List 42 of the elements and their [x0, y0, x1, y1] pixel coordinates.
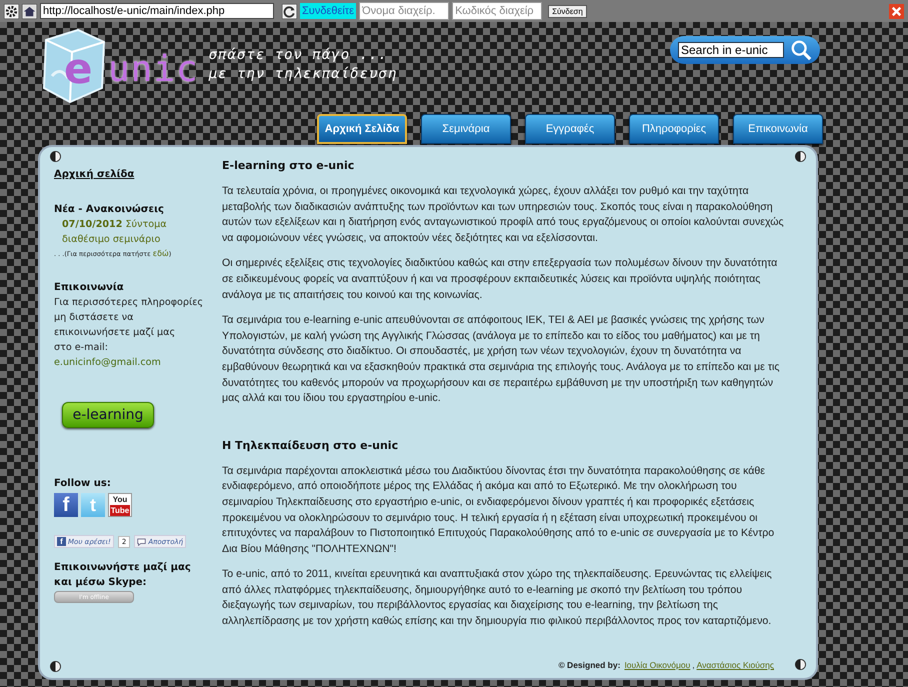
section-heading: Η Τηλεκπαίδευση στο e-unic: [222, 438, 400, 452]
connect-label: Συνδεθείτε: [300, 3, 356, 19]
refresh-icon[interactable]: [282, 4, 297, 18]
paragraph: Τα σεμινάρια του e-learning e-unic απευθύνονται σε απόφοιτους ΙΕΚ, ΤΕΙ & ΑΕΙ με βασικές γνώσεις της χρήσης των Υπολογιστών, με καλή γνώση της Αγγλικής Γλώσσας (ανάλογα με το επίπεδο και το είδος του μαθήματος) και με τη δυνατότητα σύνδεσης στο διαδίκτυο. Οι σπουδαστές, με χρήση των νέων τεχνολογιών, έχουν τη δυνατότητα να εμβαθύνουν θεωρητικά και να εξασκηθούν πρακτικά στα σεμινάρια της επιλογής τους. Ανάλογα με το επίπεδο και με τις δυνατότητες του καθενός μπορούν να προχωρήσουν και σε περαιτέρω εμβάθυνση με την υποστήριξη των καθηγητών μας αλλά και του ίδιου του εργαστηρίου e-unic.: [222, 313, 780, 406]
home-link[interactable]: Αρχική σελίδα: [54, 169, 134, 180]
news-title: Νέα - Ανακοινώσεις: [54, 203, 165, 217]
nav-tab[interactable]: Αρχική Σελίδα: [317, 114, 407, 144]
nav-tab[interactable]: Πληροφορίες: [629, 114, 719, 144]
url-field[interactable]: http://localhost/e-unic/main/index.php: [40, 3, 274, 19]
email-link[interactable]: e.unicinfo@gmail.com: [54, 355, 161, 370]
nav-tab[interactable]: Επικοινωνία: [733, 114, 823, 144]
separator: ,: [692, 660, 695, 670]
login-button[interactable]: Σύνδεση: [548, 4, 587, 18]
settings-icon[interactable]: [4, 4, 19, 18]
section-heading: E-learning στο e-unic: [222, 159, 356, 172]
search-field[interactable]: Search in e-unic: [678, 42, 784, 58]
home-icon[interactable]: [22, 4, 37, 18]
author-link[interactable]: Αναστάσιος Κιούσης: [696, 660, 774, 670]
news-item[interactable]: 07/10/2012 Σύντομα διαθέσιμο σεμινάριο: [54, 217, 208, 247]
paragraph: Τα σεμινάρια παρέχονται αποκλειστικά μέσω του Διαδικτύου δίνοντας έτσι την δυνατότητα παρακολούθησης σε κάθε ενδιαφερόμενο, από οποιοδήποτε μέρος της Ελλάδας ή ακόμα και από το Εξωτερικό. Με την ολοκλήρωση του σεμιναρίου Τηλεκπαίδευσης στο εργαστήριο e-unic, οι ενδιαφερόμενοι δίνουν γραπτές ή και προφορικές εξετάσεις προκειμένου να ολοκληρώσουν το σεμινάριο τους. Η τελική εργασία ή η εξέταση είναι υποχρεωτική προκειμένου οι επιτυχόντες να παραλάβουν το Πιστοποιητικό Επιτυχούς Παρακολούθησης από το e-unic σε συνεργασία με το Κέντρο Δια Βίου Μάθησης "ΠΟΛΗΤΕΧΝΩΝ"!: [222, 464, 776, 557]
search-icon[interactable]: [790, 39, 812, 61]
paragraph: Το e-unic, από το 2011, κινείται ερευνητικά και αναπτυξιακά στον χώρο της τηλεκπαίδευσης. Ερευνώντας τις ελλείψεις από άλλες πλατφόρμες τηλεκπαίδευσης, δημιουργήθηκε αυτό το e-learning με σκοπό την βελτίωση του τρόπου διεξαγωγής των σεμιναρίων, του περιβάλλοντος εργασίας και διαχείρισης του e-learning, την βελτίωση της αλληλεπίδρασης με τον χρήστη καθώς επίσης και την δημιουργία πιο φιλικού περιβάλλοντος προς τον καταρτιζόμενο.: [222, 567, 773, 630]
password-field[interactable]: Κωδικός διαχείρ: [452, 2, 542, 20]
facebook-icon[interactable]: f: [54, 493, 78, 517]
email-label: στο e-mail:: [54, 341, 109, 355]
follow-title: Follow us:: [54, 477, 112, 491]
contact-title: Επικοινωνία: [54, 281, 125, 295]
nav-tab[interactable]: Εγγραφές: [525, 114, 615, 144]
paragraph: Οι σημερινές εξελίξεις στις τεχνολογίες διαδικτύου καθώς και στην επεξεργασία των πολυμέσων δίνουν την δυνατότητα σε ειδικευμένους φορείς να αναπτύξουν ή και να προσφέρουν εκπαιδευτικές λύσεις και προϊόντα υψηλής ποιότητας ανάλογα με τις απαιτήσεις του κοινού και της κοινωνίας.: [222, 256, 778, 303]
elearning-button[interactable]: e-learning: [62, 402, 154, 428]
skype-title: Επικοινωνήστε μαζί μας και μέσω Skype:: [54, 561, 192, 590]
credit-label: © Designed by:: [558, 660, 620, 670]
more-link[interactable]: εδώ: [152, 249, 169, 258]
username-field[interactable]: Όνομα διαχείρ.: [359, 2, 450, 20]
tagline: σπάστε τον πάγο ...: [208, 46, 389, 65]
close-icon[interactable]: [889, 4, 904, 18]
tagline: με την τηλεκπαίδευση: [208, 65, 398, 84]
nav-tab[interactable]: Σεμινάρια: [421, 114, 511, 144]
speech-bubble-icon: [137, 538, 146, 546]
paragraph: Τα τελευταία χρόνια, οι προηγμένες οικονομικά και τεχνολογικά χώρες, έχουν αλλάξει τον ρυθμό και την ταχύτητα μεταβολής των διαδικασιών ανάπτυξης των προϊόντων και των υπηρεσιών τους. Σκοπός τους είναι η παρακολούθηση αυτών των εξελίξεων και η διατήρηση ενός ανταγωνιστικού προφίλ από τους εργαζόμενους οι οποίοι καλούνται συνεχώς να αφομοιώνουν νέες γνώσεις, να αποκτούν νέες δεξιότητες και να εξελίσσονται.: [222, 184, 785, 246]
author-link[interactable]: Ιουλία Οικονόμου: [624, 660, 690, 670]
youtube-icon[interactable]: You Tube: [108, 493, 132, 517]
